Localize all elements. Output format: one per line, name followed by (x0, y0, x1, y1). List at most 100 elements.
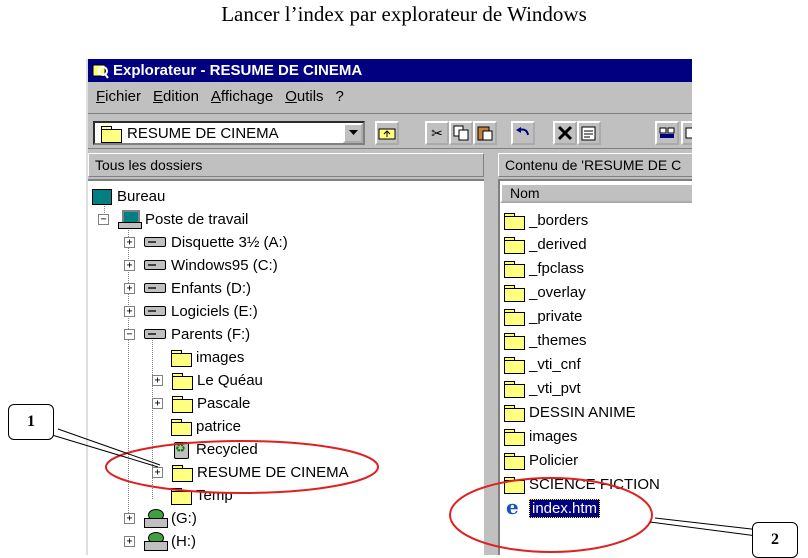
folder-icon (504, 356, 525, 374)
menu-fichier[interactable]: Fichier (96, 88, 141, 105)
copy-button[interactable] (449, 121, 473, 145)
file-item[interactable]: _vti_cnf (504, 353, 581, 375)
folder-icon (171, 487, 192, 505)
folder-tree: Bureau − Poste de travail + Disquette 3½… (88, 179, 484, 555)
tree-item-le-queau[interactable]: + Le Quéau (152, 369, 263, 391)
folder-icon (504, 428, 525, 446)
file-item-index-htm[interactable]: index.htm (504, 495, 601, 519)
explorer-app-icon (92, 62, 109, 79)
file-item[interactable]: _vti_pvt (504, 377, 581, 399)
folder-icon (504, 404, 525, 422)
folder-icon (101, 125, 122, 143)
file-item[interactable]: _private (504, 305, 582, 327)
delete-button[interactable] (553, 121, 577, 145)
tree-item-bureau[interactable]: Bureau (92, 185, 165, 207)
collapse-icon[interactable]: − (124, 328, 135, 340)
file-item[interactable]: _borders (504, 209, 588, 231)
expand-icon[interactable]: + (124, 512, 135, 524)
tree-item-drive-d[interactable]: + Enfants (D:) (124, 277, 251, 299)
up-folder-button[interactable] (375, 121, 399, 145)
paste-button[interactable] (473, 121, 497, 145)
cut-button[interactable]: ✂ (425, 121, 449, 145)
tree-item-drive-f[interactable]: − Parents (F:) (124, 323, 250, 345)
expand-icon[interactable]: + (152, 397, 163, 409)
expand-icon[interactable]: + (124, 305, 135, 317)
small-icons-button[interactable] (681, 121, 692, 145)
folder-icon (504, 332, 525, 350)
tree-item-images[interactable]: images (171, 346, 244, 368)
file-item[interactable]: images (504, 425, 577, 447)
expand-icon[interactable]: + (124, 236, 135, 248)
tree-item-drive-h[interactable]: + (H:) (124, 530, 196, 552)
properties-icon (581, 126, 596, 141)
drive-icon (144, 283, 166, 293)
expand-icon[interactable]: + (152, 466, 163, 478)
folder-icon (504, 308, 525, 326)
tree-item-drive-c[interactable]: + Windows95 (C:) (124, 254, 278, 276)
expand-icon[interactable]: + (124, 259, 135, 271)
menu-help[interactable]: ? (336, 88, 344, 105)
window-title: Explorateur - RESUME DE CINEMA (113, 62, 363, 79)
desktop-icon (92, 187, 112, 205)
tree-item-poste-de-travail[interactable]: − Poste de travail (98, 208, 248, 230)
drive-icon (144, 329, 166, 339)
contents-pane: Nom _borders _derived _fpclass _overlay … (498, 179, 692, 555)
large-icons-icon (659, 127, 675, 138)
menu-edition[interactable]: Edition (153, 88, 199, 105)
folder-icon (504, 476, 525, 494)
expand-icon[interactable]: + (124, 535, 135, 547)
internet-explorer-icon (504, 495, 524, 519)
file-item[interactable]: Policier (504, 449, 578, 471)
up-folder-icon (378, 128, 396, 140)
network-drive-icon (144, 532, 168, 551)
open-folder-icon (172, 464, 193, 482)
folder-icon (504, 452, 525, 470)
file-item[interactable]: SCIENCE FICTION (504, 473, 660, 495)
file-item[interactable]: _fpclass (504, 257, 584, 279)
menu-bar: Fichier Edition Affichage Outils ? (88, 85, 692, 107)
file-item[interactable]: DESSIN ANIME (504, 401, 636, 423)
small-icons-icon (685, 127, 692, 139)
folder-icon (504, 284, 525, 302)
large-icons-button[interactable] (655, 121, 679, 145)
computer-icon (118, 210, 142, 229)
drive-icon (144, 237, 166, 247)
folder-icon (171, 349, 192, 367)
cut-icon: ✂ (431, 124, 443, 141)
undo-icon (516, 127, 529, 136)
tree-item-pascale[interactable]: + Pascale (152, 392, 250, 414)
folder-icon (504, 236, 525, 254)
column-header-name[interactable]: Nom (500, 183, 692, 203)
tree-item-drive-e[interactable]: + Logiciels (E:) (124, 300, 258, 322)
file-item[interactable]: _themes (504, 329, 587, 351)
undo-button[interactable] (511, 121, 535, 145)
explorer-window: Explorateur - RESUME DE CINEMA Fichier E… (86, 59, 692, 555)
file-item[interactable]: _overlay (504, 281, 586, 303)
tree-item-drive-g[interactable]: + (G:) (124, 507, 197, 529)
collapse-icon[interactable]: − (98, 213, 109, 225)
menu-affichage[interactable]: Affichage (211, 88, 273, 105)
folder-icon (504, 260, 525, 278)
recycle-bin-icon (171, 440, 191, 459)
chevron-down-icon[interactable] (343, 123, 363, 143)
expand-icon[interactable]: + (152, 374, 163, 386)
tree-item-resume-de-cinema[interactable]: + RESUME DE CINEMA (152, 461, 349, 483)
tree-item-recycled[interactable]: Recycled (171, 438, 258, 460)
file-item[interactable]: _derived (504, 233, 587, 255)
page-title: Lancer l’index par explorateur de Window… (221, 2, 587, 26)
address-value: RESUME DE CINEMA (127, 124, 279, 142)
title-bar[interactable]: Explorateur - RESUME DE CINEMA (88, 59, 692, 82)
expand-icon[interactable]: + (124, 282, 135, 294)
copy-icon (453, 125, 469, 141)
tree-item-temp[interactable]: Temp (171, 484, 233, 506)
folder-icon (172, 395, 193, 413)
tree-item-drive-a[interactable]: + Disquette 3½ (A:) (124, 231, 288, 253)
properties-button[interactable] (577, 121, 601, 145)
menu-outils[interactable]: Outils (285, 88, 323, 105)
folder-icon (171, 418, 192, 436)
pane-splitter[interactable] (484, 177, 498, 555)
tree-item-patrice[interactable]: patrice (171, 415, 241, 437)
callout-1: 1 (8, 404, 54, 440)
address-combo[interactable]: RESUME DE CINEMA (93, 121, 365, 145)
drive-icon (144, 306, 166, 316)
